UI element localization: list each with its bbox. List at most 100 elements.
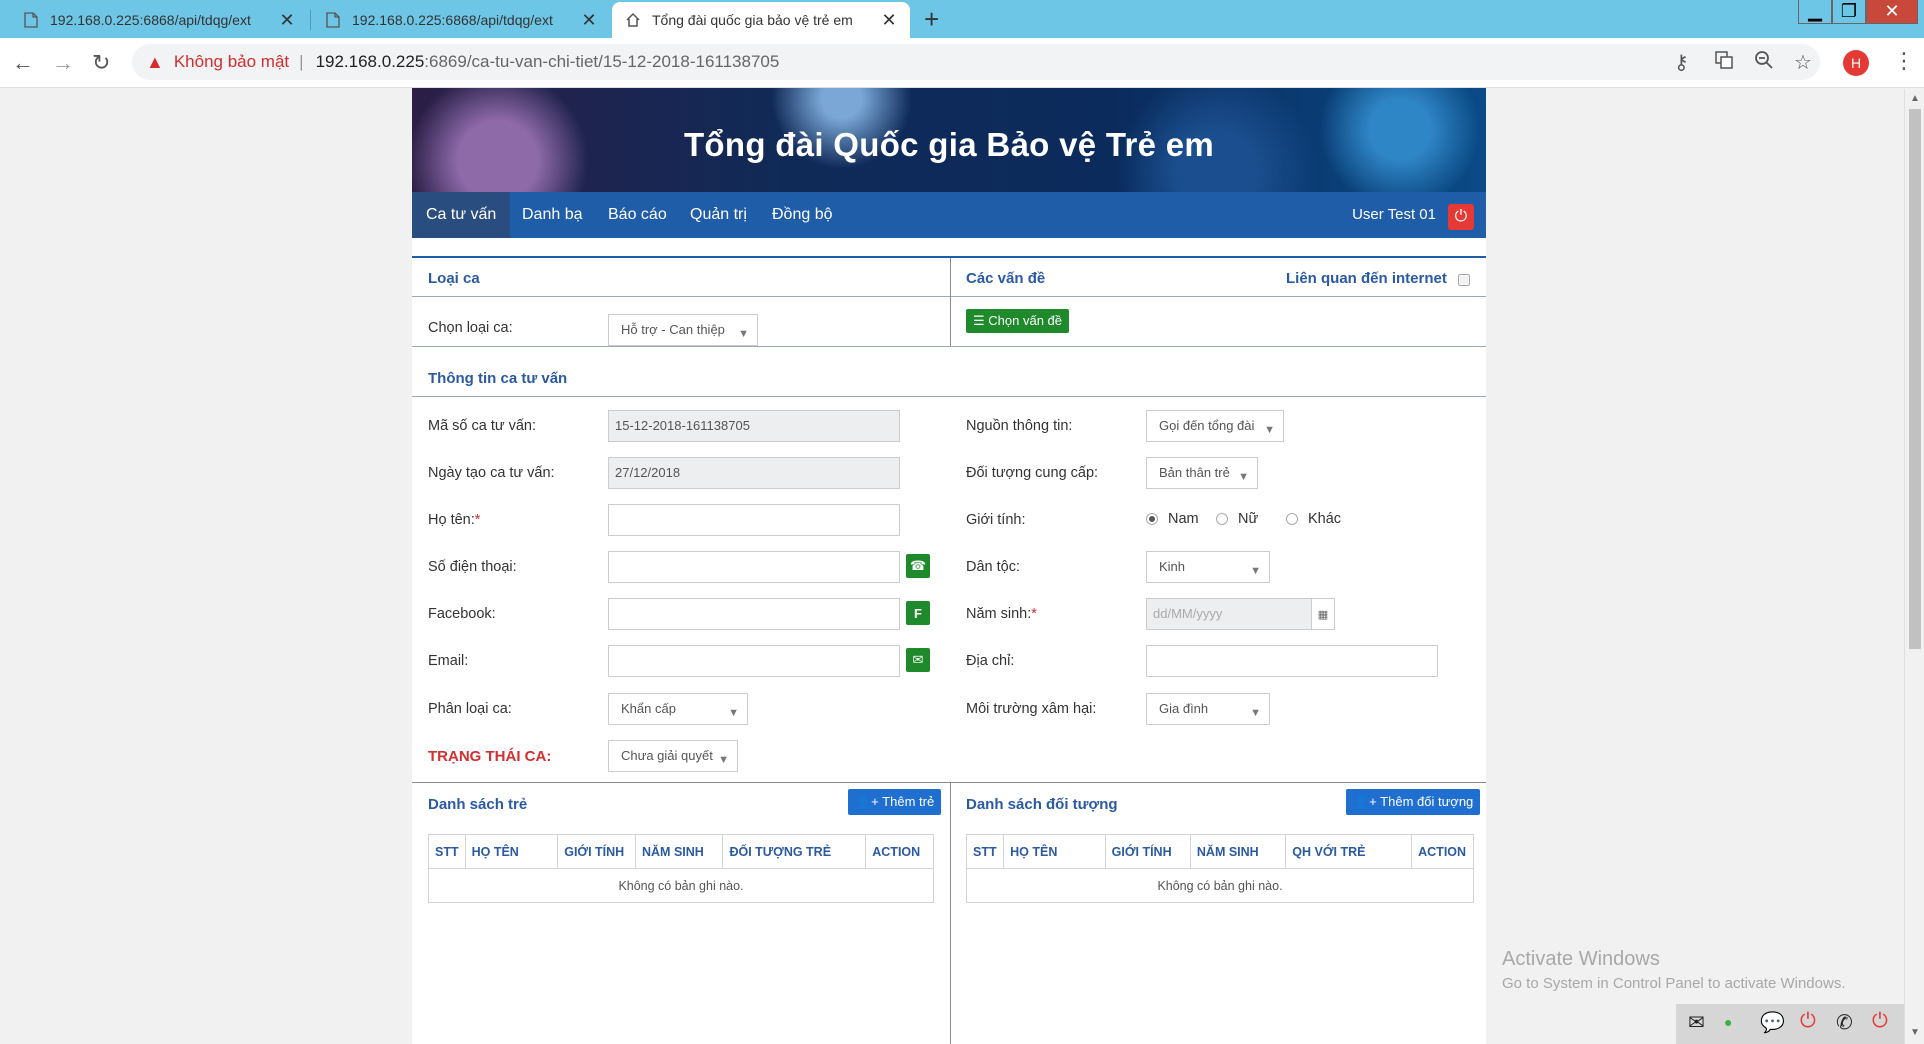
facebook-label: Facebook: <box>428 606 496 622</box>
power-icon[interactable]: ⏻ <box>1872 1010 1888 1033</box>
menu-item-dong-bo[interactable]: Đồng bộ <box>758 192 847 238</box>
sdt-input[interactable] <box>608 551 900 583</box>
nam-sinh-input[interactable]: dd/MM/yyyy <box>1146 598 1312 630</box>
calendar-icon[interactable]: ▦ <box>1311 598 1335 630</box>
add-user-icon: 👤+ <box>1353 794 1377 809</box>
ma-so-label: Mã số ca tư vấn: <box>428 418 537 434</box>
menu-kebab-icon[interactable]: ⋮ <box>1893 48 1915 74</box>
table-header-row: STT HỌ TÊN GIỚI TÍNH NĂM SINH QH VỚI TRẺ… <box>965 834 1474 869</box>
logout-power-icon[interactable]: ⏻ <box>1448 204 1474 230</box>
page-container: Tổng đài Quốc gia Bảo vệ Trẻ em Ca tư vấ… <box>412 88 1486 1044</box>
key-icon[interactable]: ⚷ <box>1674 50 1689 75</box>
menu-item-ca-tu-van[interactable]: Ca tư vấn <box>412 192 511 238</box>
close-icon[interactable]: ✕ <box>880 10 898 31</box>
dia-chi-label: Địa chỉ: <box>966 653 1015 669</box>
facebook-icon[interactable]: F <box>906 601 930 625</box>
column-header: GIỚI TÍNH <box>557 834 636 869</box>
forward-arrow-icon[interactable]: → <box>52 50 74 76</box>
browser-tab-bar: 192.168.0.225:6868/api/tdqg/ext ✕ 192.16… <box>0 0 1924 38</box>
url-separator: | <box>299 52 304 71</box>
them-doi-tuong-button[interactable]: 👤+ Thêm đối tượng <box>1346 789 1481 815</box>
email-input[interactable] <box>608 645 900 677</box>
column-header: GIỚI TÍNH <box>1104 834 1191 869</box>
dan-toc-select[interactable]: Kinh ▼ <box>1146 551 1270 583</box>
menu-item-bao-cao[interactable]: Báo cáo <box>594 192 681 238</box>
chevron-down-icon: ▼ <box>738 328 749 340</box>
dia-chi-input[interactable] <box>1146 645 1438 677</box>
browser-tab-2[interactable]: 192.168.0.225:6868/api/tdqg/ext ✕ <box>312 2 610 38</box>
scroll-thumb[interactable] <box>1909 109 1921 649</box>
back-arrow-icon[interactable]: ← <box>12 50 34 76</box>
gioi-tinh-radio-nam[interactable]: Nam <box>1146 511 1199 527</box>
tab-title: 192.168.0.225:6868/api/tdqg/ext <box>352 12 553 28</box>
page-title: Tổng đài Quốc gia Bảo vệ Trẻ em <box>683 126 1215 163</box>
menu-item-danh-ba[interactable]: Danh bạ <box>508 192 597 238</box>
restore-button[interactable]: ❐ <box>1832 0 1866 24</box>
radio-icon <box>1216 513 1228 525</box>
gioi-tinh-radio-khac[interactable]: Khác <box>1286 511 1341 527</box>
gioi-tinh-radio-nu[interactable]: Nữ <box>1216 511 1258 527</box>
browser-tab-1[interactable]: 192.168.0.225:6868/api/tdqg/ext ✕ <box>10 2 308 38</box>
reload-icon[interactable]: ↻ <box>92 50 110 76</box>
column-header: NĂM SINH <box>634 834 724 869</box>
url-input[interactable]: ▲ Không bảo mật | 192.168.0.225:6869/ca-… <box>132 44 1820 80</box>
browser-tab-3-active[interactable]: Tổng đài quốc gia bảo vệ trẻ em ✕ <box>612 2 910 38</box>
tab-title: Tổng đài quốc gia bảo vệ trẻ em <box>652 12 853 28</box>
scroll-down-icon[interactable]: ▼ <box>1910 1027 1920 1038</box>
internet-related-label: Liên quan đến internet <box>1286 270 1447 287</box>
menu-item-quan-tri[interactable]: Quản trị <box>676 192 761 238</box>
phone-icon[interactable]: ✆ <box>1836 1010 1853 1035</box>
close-icon[interactable]: ✕ <box>278 10 296 31</box>
them-tre-button[interactable]: 👤+ Thêm trẻ <box>848 789 942 815</box>
not-secure-label[interactable]: Không bảo mật <box>174 52 289 72</box>
nam-sinh-label: Năm sinh:* <box>966 606 1037 622</box>
add-user-icon: 👤+ <box>855 794 879 809</box>
moi-truong-label: Môi trường xâm hại: <box>966 701 1097 717</box>
internet-related-checkbox[interactable] <box>1458 274 1470 286</box>
nguon-select[interactable]: Gọi đến tổng đài ▼ <box>1146 410 1284 442</box>
power-icon[interactable]: ⏻ <box>1800 1010 1816 1033</box>
loai-ca-select[interactable]: Hỗ trợ - Can thiệp ▼ <box>608 314 758 346</box>
phan-loai-select[interactable]: Khẩn cấp ▼ <box>608 693 748 725</box>
profile-avatar[interactable]: H <box>1843 50 1869 76</box>
url-host: 192.168.0.225 <box>315 52 425 71</box>
doi-tuong-label: Đối tượng cung cấp: <box>966 465 1099 481</box>
zoom-icon[interactable] <box>1754 50 1774 76</box>
new-tab-button[interactable]: + <box>924 4 939 35</box>
moi-truong-select[interactable]: Gia đình ▼ <box>1146 693 1270 725</box>
column-header: NĂM SINH <box>1189 834 1287 869</box>
required-mark: * <box>474 512 481 528</box>
facebook-input[interactable] <box>608 598 900 630</box>
chevron-down-icon: ▼ <box>728 707 739 719</box>
ma-so-input[interactable]: 15-12-2018-161138705 <box>608 410 900 442</box>
phone-icon[interactable]: ☎ <box>906 554 930 578</box>
column-header: ACTION <box>865 834 934 869</box>
chevron-down-icon: ▼ <box>1238 471 1249 483</box>
column-divider <box>950 258 951 346</box>
empty-message: Không có bản ghi nào. <box>966 868 1474 903</box>
scroll-up-icon[interactable]: ▲ <box>1910 93 1920 104</box>
ho-ten-input[interactable] <box>608 504 900 536</box>
minimize-button[interactable]: ▁ <box>1798 0 1832 24</box>
column-header: STT <box>428 834 466 869</box>
doi-tuong-select[interactable]: Bản thân trẻ ▼ <box>1146 457 1258 489</box>
trang-thai-select[interactable]: Chưa giải quyết ▼ <box>608 740 738 772</box>
bookmark-star-icon[interactable]: ☆ <box>1794 50 1812 75</box>
chat-bubble-icon[interactable]: 💬 <box>1760 1010 1785 1035</box>
page-scrollbar[interactable]: ▲ ▼ <box>1904 89 1924 1044</box>
warning-icon: ▲ <box>146 51 164 72</box>
column-header: HỌ TÊN <box>1003 834 1106 869</box>
window-close-button[interactable]: ✕ <box>1866 0 1918 24</box>
section-title-danh-sach-tre: Danh sách trẻ <box>428 796 528 813</box>
tab-separator <box>310 10 311 30</box>
mail-icon[interactable]: ✉ <box>1688 1010 1705 1035</box>
section-top-border <box>412 256 1486 258</box>
close-icon[interactable]: ✕ <box>580 10 598 31</box>
section-title-thong-tin: Thông tin ca tư vấn <box>428 370 568 387</box>
user-name: User Test 01 <box>1352 206 1436 223</box>
translate-icon[interactable] <box>1714 50 1734 76</box>
ngay-tao-input[interactable]: 27/12/2018 <box>608 457 900 489</box>
chon-van-de-button[interactable]: ☰ Chọn vấn đề <box>966 309 1070 333</box>
home-icon <box>624 11 642 29</box>
mail-icon[interactable]: ✉ <box>906 648 930 672</box>
